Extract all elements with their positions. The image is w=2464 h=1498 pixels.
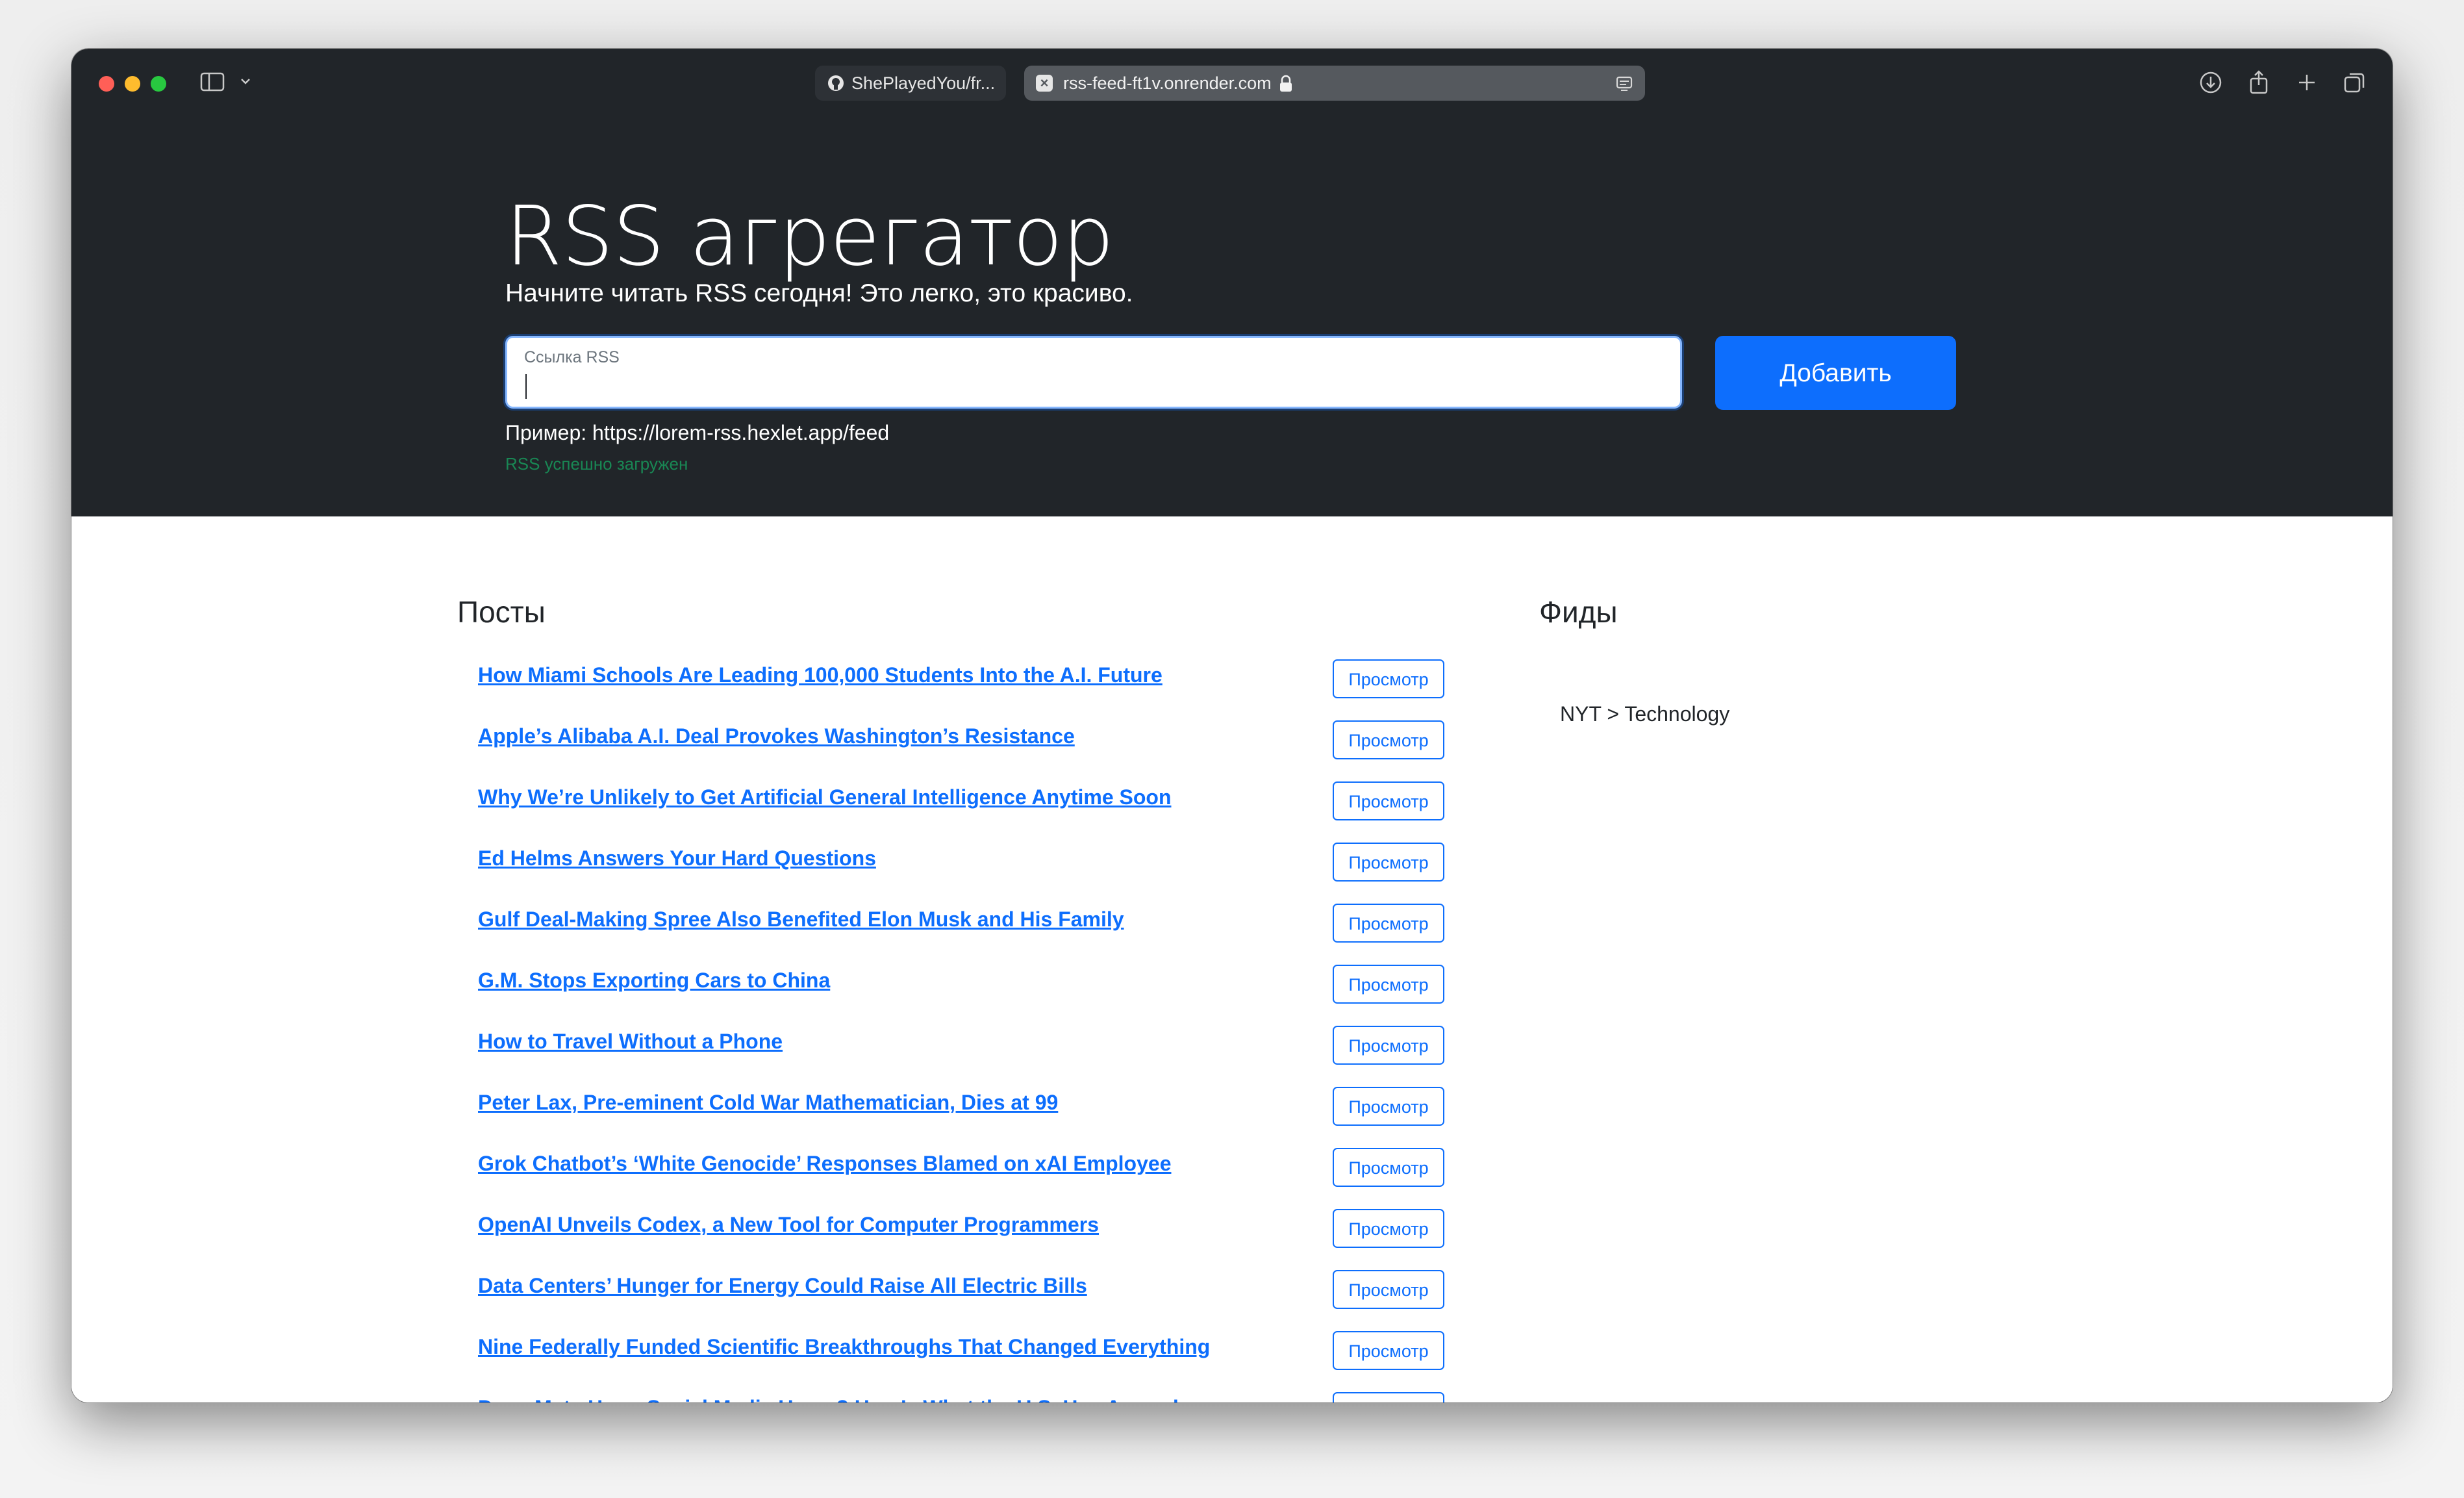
posts-list: How Miami Schools Are Leading 100,000 St… xyxy=(478,659,1465,1403)
github-icon xyxy=(828,75,844,91)
tab-title: rss-feed-ft1v.onrender.com xyxy=(1063,73,1272,93)
close-tab-icon[interactable]: × xyxy=(1036,75,1053,92)
list-item: Grok Chatbot’s ‘White Genocide’ Response… xyxy=(478,1148,1465,1209)
browser-window: ShePlayedYou/fr... × rss-feed-ft1v.onren… xyxy=(71,49,2393,1403)
post-link[interactable]: Grok Chatbot’s ‘White Genocide’ Response… xyxy=(478,1152,1171,1176)
reader-icon[interactable] xyxy=(1615,75,1633,93)
list-item: How Miami Schools Are Leading 100,000 St… xyxy=(478,659,1465,720)
view-post-button[interactable]: Просмотр xyxy=(1333,659,1444,698)
share-icon[interactable] xyxy=(2244,68,2273,97)
view-post-button[interactable]: Просмотр xyxy=(1333,781,1444,820)
list-item: Data Centers’ Hunger for Energy Could Ra… xyxy=(478,1270,1465,1331)
rss-url-label: Ссылка RSS xyxy=(524,348,620,366)
new-tab-icon[interactable] xyxy=(2293,68,2321,97)
post-link[interactable]: Does Meta Harm Social Media Users? Here’… xyxy=(478,1396,1179,1403)
lead-text: Начните читать RSS сегодня! Это легко, э… xyxy=(505,279,1133,307)
list-item: Ed Helms Answers Your Hard Questions Про… xyxy=(478,843,1465,904)
view-post-button[interactable]: Просмотр xyxy=(1333,1087,1444,1126)
browser-toolbar: ShePlayedYou/fr... × rss-feed-ft1v.onren… xyxy=(71,49,2393,118)
post-link[interactable]: Ed Helms Answers Your Hard Questions xyxy=(478,846,876,870)
posts-title: Посты xyxy=(457,595,546,629)
add-feed-button[interactable]: Добавить xyxy=(1715,336,1956,410)
post-link[interactable]: Peter Lax, Pre-eminent Cold War Mathemat… xyxy=(478,1091,1058,1115)
post-link[interactable]: How to Travel Without a Phone xyxy=(478,1030,783,1054)
tab-rss-feed[interactable]: × rss-feed-ft1v.onrender.com xyxy=(1024,66,1645,101)
content-section: Посты How Miami Schools Are Leading 100,… xyxy=(71,516,2393,1403)
view-post-button[interactable]: Просмотр xyxy=(1333,1209,1444,1248)
view-post-button[interactable]: Просмотр xyxy=(1333,1026,1444,1065)
post-link[interactable]: Nine Federally Funded Scientific Breakth… xyxy=(478,1335,1210,1359)
list-item: Nine Federally Funded Scientific Breakth… xyxy=(478,1331,1465,1392)
view-post-button[interactable]: Просмотр xyxy=(1333,1148,1444,1187)
post-link[interactable]: OpenAI Unveils Codex, a New Tool for Com… xyxy=(478,1213,1099,1237)
post-link[interactable]: Apple’s Alibaba A.I. Deal Provokes Washi… xyxy=(478,724,1075,748)
tab-overview-icon[interactable] xyxy=(2341,68,2369,97)
view-post-button[interactable]: Просмотр xyxy=(1333,1270,1444,1309)
tab-github[interactable]: ShePlayedYou/fr... xyxy=(815,66,1006,101)
post-link[interactable]: G.M. Stops Exporting Cars to China xyxy=(478,969,830,993)
post-link[interactable]: Data Centers’ Hunger for Energy Could Ra… xyxy=(478,1274,1087,1298)
list-item: Does Meta Harm Social Media Users? Here’… xyxy=(478,1392,1465,1403)
hero-section: RSS агрегатор Начните читать RSS сегодня… xyxy=(71,118,2393,516)
close-window-button[interactable] xyxy=(99,76,114,92)
list-item: G.M. Stops Exporting Cars to China Просм… xyxy=(478,965,1465,1026)
sidebar-toggle-icon[interactable] xyxy=(200,72,225,92)
post-link[interactable]: Gulf Deal-Making Spree Also Benefited El… xyxy=(478,908,1124,932)
feed-item: NYT > Technology xyxy=(1560,702,1730,726)
post-link[interactable]: How Miami Schools Are Leading 100,000 St… xyxy=(478,663,1163,687)
feeds-title: Фиды xyxy=(1539,595,1618,629)
chevron-down-icon[interactable] xyxy=(239,75,252,88)
example-hint: Пример: https://lorem-rss.hexlet.app/fee… xyxy=(505,421,890,444)
list-item: Gulf Deal-Making Spree Also Benefited El… xyxy=(478,904,1465,965)
minimize-window-button[interactable] xyxy=(125,76,140,92)
view-post-button[interactable]: Просмотр xyxy=(1333,1331,1444,1370)
download-icon[interactable] xyxy=(2196,68,2225,97)
feedback-message: RSS успешно загружен xyxy=(505,454,688,474)
rss-url-input[interactable] xyxy=(523,372,1655,401)
post-link[interactable]: Why We’re Unlikely to Get Artificial Gen… xyxy=(478,785,1172,809)
zoom-window-button[interactable] xyxy=(151,76,166,92)
view-post-button[interactable]: Просмотр xyxy=(1333,965,1444,1004)
lock-icon xyxy=(1280,75,1292,92)
view-post-button[interactable]: Просмотр xyxy=(1333,720,1444,759)
rss-url-field[interactable]: Ссылка RSS xyxy=(505,336,1682,409)
list-item: Peter Lax, Pre-eminent Cold War Mathemat… xyxy=(478,1087,1465,1148)
list-item: Why We’re Unlikely to Get Artificial Gen… xyxy=(478,781,1465,843)
list-item: How to Travel Without a Phone Просмотр xyxy=(478,1026,1465,1087)
view-post-button[interactable]: Просмотр xyxy=(1333,1392,1444,1403)
view-post-button[interactable]: Просмотр xyxy=(1333,843,1444,882)
tab-title: ShePlayedYou/fr... xyxy=(851,73,996,93)
list-item: OpenAI Unveils Codex, a New Tool for Com… xyxy=(478,1209,1465,1270)
page-title: RSS агрегатор xyxy=(505,188,1114,284)
view-post-button[interactable]: Просмотр xyxy=(1333,904,1444,943)
list-item: Apple’s Alibaba A.I. Deal Provokes Washi… xyxy=(478,720,1465,781)
